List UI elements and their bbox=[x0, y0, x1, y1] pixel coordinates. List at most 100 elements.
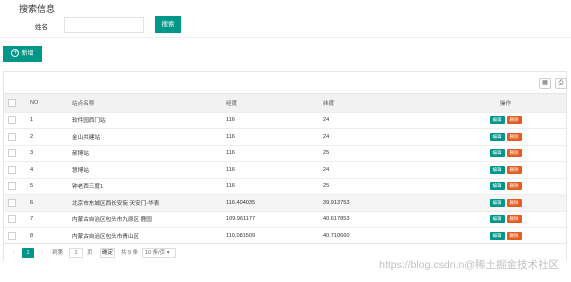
row-select-cell[interactable] bbox=[4, 178, 26, 195]
select-all-checkbox[interactable] bbox=[8, 98, 16, 107]
cell-latitude: 25 bbox=[319, 145, 445, 162]
cell-latitude: 24 bbox=[319, 161, 445, 179]
table-row[interactable]: 4 慧博站 116 24 编辑 删除 bbox=[4, 161, 566, 179]
cell-station-name: 软件园西门站 bbox=[68, 112, 222, 129]
page-size-select[interactable]: 10 条/页 ▾ bbox=[142, 248, 176, 258]
table-row[interactable]: 3 郝博站 116 25 编辑 删除 bbox=[4, 145, 566, 162]
delete-button[interactable]: 删除 bbox=[506, 198, 522, 207]
delete-button[interactable]: 删除 bbox=[506, 182, 522, 191]
cell-no: 1 bbox=[26, 112, 68, 129]
cell-no: 7 bbox=[26, 211, 68, 228]
table-row[interactable]: 8 内蒙古自治区包头市青山区 110.081509 40.710660 编辑 删除 bbox=[4, 227, 566, 245]
cell-actions: 编辑删除 bbox=[445, 112, 566, 129]
name-label: 姓名 bbox=[35, 24, 48, 31]
edit-button[interactable]: 编辑 bbox=[489, 182, 505, 191]
search-panel: 搜索信息 姓名 搜索 bbox=[8, 0, 563, 40]
cell-no: 8 bbox=[26, 227, 68, 245]
row-checkbox[interactable] bbox=[8, 116, 16, 125]
cell-station-name: 慧博站 bbox=[68, 161, 222, 179]
cell-longitude: 116.404035 bbox=[222, 194, 319, 212]
cell-latitude: 39.913753 bbox=[319, 194, 445, 212]
cell-actions: 编辑删除 bbox=[445, 128, 566, 146]
goto-label: 到第 bbox=[52, 250, 64, 256]
delete-button[interactable]: 删除 bbox=[506, 231, 522, 240]
edit-button[interactable]: 编辑 bbox=[489, 165, 505, 174]
cell-longitude: 116 bbox=[222, 145, 319, 162]
row-select-cell[interactable] bbox=[4, 145, 26, 162]
row-select-cell[interactable] bbox=[4, 112, 26, 129]
header-longitude[interactable]: 经度 bbox=[222, 94, 319, 113]
cell-actions: 编辑删除 bbox=[445, 194, 566, 212]
row-checkbox[interactable] bbox=[8, 231, 16, 240]
row-select-cell[interactable] bbox=[4, 227, 26, 245]
add-circle-icon: + bbox=[11, 49, 20, 58]
header-actions: 操作 bbox=[445, 94, 566, 113]
add-button[interactable]: + 新增 bbox=[3, 46, 42, 62]
row-select-cell[interactable] bbox=[4, 128, 26, 146]
cell-longitude: 116 bbox=[222, 178, 319, 195]
cell-actions: 编辑删除 bbox=[445, 211, 566, 228]
row-checkbox[interactable] bbox=[8, 215, 16, 224]
edit-button[interactable]: 编辑 bbox=[489, 132, 505, 141]
table-row[interactable]: 5 钟老西三度1 116 25 编辑 删除 bbox=[4, 178, 566, 195]
name-search-input[interactable] bbox=[64, 17, 144, 33]
columns-filter-icon[interactable]: ▦ bbox=[539, 78, 551, 89]
chevron-down-icon: ▾ bbox=[166, 250, 170, 256]
cell-latitude: 24 bbox=[319, 112, 445, 129]
cell-no: 5 bbox=[26, 178, 68, 195]
row-checkbox[interactable] bbox=[8, 165, 16, 174]
row-checkbox[interactable] bbox=[8, 182, 16, 191]
edit-button[interactable]: 编辑 bbox=[489, 215, 505, 224]
page-size-value: 10 条/页 bbox=[145, 250, 166, 256]
goto-confirm-button[interactable]: 确定 bbox=[100, 248, 115, 258]
table-row[interactable]: 6 北京市东城区西长安街 天安门-华表 116.404035 39.913753 编辑删… bbox=[4, 194, 566, 212]
prev-page-button[interactable]: ‹ bbox=[9, 248, 19, 258]
row-select-cell[interactable] bbox=[4, 211, 26, 228]
table-row[interactable]: 7 内蒙古自治区包头市九原区 鹿园 109.961177 40.617853 编辑 删除 bbox=[4, 211, 566, 228]
current-page-button[interactable]: 1 bbox=[22, 248, 34, 258]
cell-longitude: 116 bbox=[222, 112, 319, 129]
cell-no: 2 bbox=[26, 128, 68, 146]
table-row[interactable]: 2 金山共建站 116 24 编辑 删除 bbox=[4, 128, 566, 146]
delete-button[interactable]: 删除 bbox=[506, 215, 522, 224]
add-button-label: 新增 bbox=[21, 51, 34, 57]
header-latitude[interactable]: 纬度 bbox=[319, 94, 445, 113]
print-icon[interactable]: ⎙ bbox=[555, 78, 567, 89]
table-header-row: NO 站点名称 经度 纬度 操作 bbox=[4, 94, 566, 113]
search-button[interactable]: 搜索 bbox=[155, 16, 181, 33]
delete-button[interactable]: 删除 bbox=[506, 116, 522, 125]
edit-button[interactable]: 编辑 bbox=[489, 149, 505, 158]
goto-page-input[interactable]: 1 bbox=[69, 248, 83, 258]
cell-station-name: 郝博站 bbox=[68, 145, 222, 162]
delete-button[interactable]: 删除 bbox=[506, 165, 522, 174]
edit-button[interactable]: 编辑 bbox=[489, 231, 505, 240]
cell-station-name: 北京市东城区西长安街 天安门-华表 bbox=[68, 194, 222, 212]
cell-no: 6 bbox=[26, 194, 68, 212]
header-select-all[interactable] bbox=[4, 94, 26, 113]
table-row[interactable]: 1 软件园西门站 116 24 编辑 删除 bbox=[4, 112, 566, 129]
row-checkbox[interactable] bbox=[8, 132, 16, 141]
cell-latitude: 40.617853 bbox=[319, 211, 445, 228]
divider bbox=[0, 37, 571, 38]
cell-station-name: 内蒙古自治区包头市青山区 bbox=[68, 227, 222, 245]
row-select-cell[interactable] bbox=[4, 161, 26, 179]
header-station-name[interactable]: 站点名称 bbox=[68, 94, 222, 113]
cell-no: 3 bbox=[26, 145, 68, 162]
cell-latitude: 40.710660 bbox=[319, 227, 445, 245]
cell-latitude: 25 bbox=[319, 178, 445, 195]
row-checkbox[interactable] bbox=[8, 198, 16, 207]
row-checkbox[interactable] bbox=[8, 149, 16, 158]
edit-button[interactable]: 编辑 bbox=[489, 198, 505, 207]
table-toolbar: ▦ ⎙ bbox=[4, 72, 567, 94]
edit-button[interactable]: 编辑 bbox=[489, 116, 505, 125]
cell-longitude: 110.081509 bbox=[222, 227, 319, 245]
cell-actions: 编辑删除 bbox=[445, 178, 566, 195]
cell-longitude: 116 bbox=[222, 128, 319, 146]
delete-button[interactable]: 删除 bbox=[506, 149, 522, 158]
header-no[interactable]: NO bbox=[26, 94, 68, 113]
delete-button[interactable]: 删除 bbox=[506, 132, 522, 141]
watermark: https://blog.csdn.n@稀土掘金技术社区 bbox=[379, 259, 559, 271]
row-select-cell[interactable] bbox=[4, 194, 26, 212]
search-panel-title: 搜索信息 bbox=[17, 2, 58, 15]
next-page-button[interactable]: › bbox=[37, 248, 47, 258]
